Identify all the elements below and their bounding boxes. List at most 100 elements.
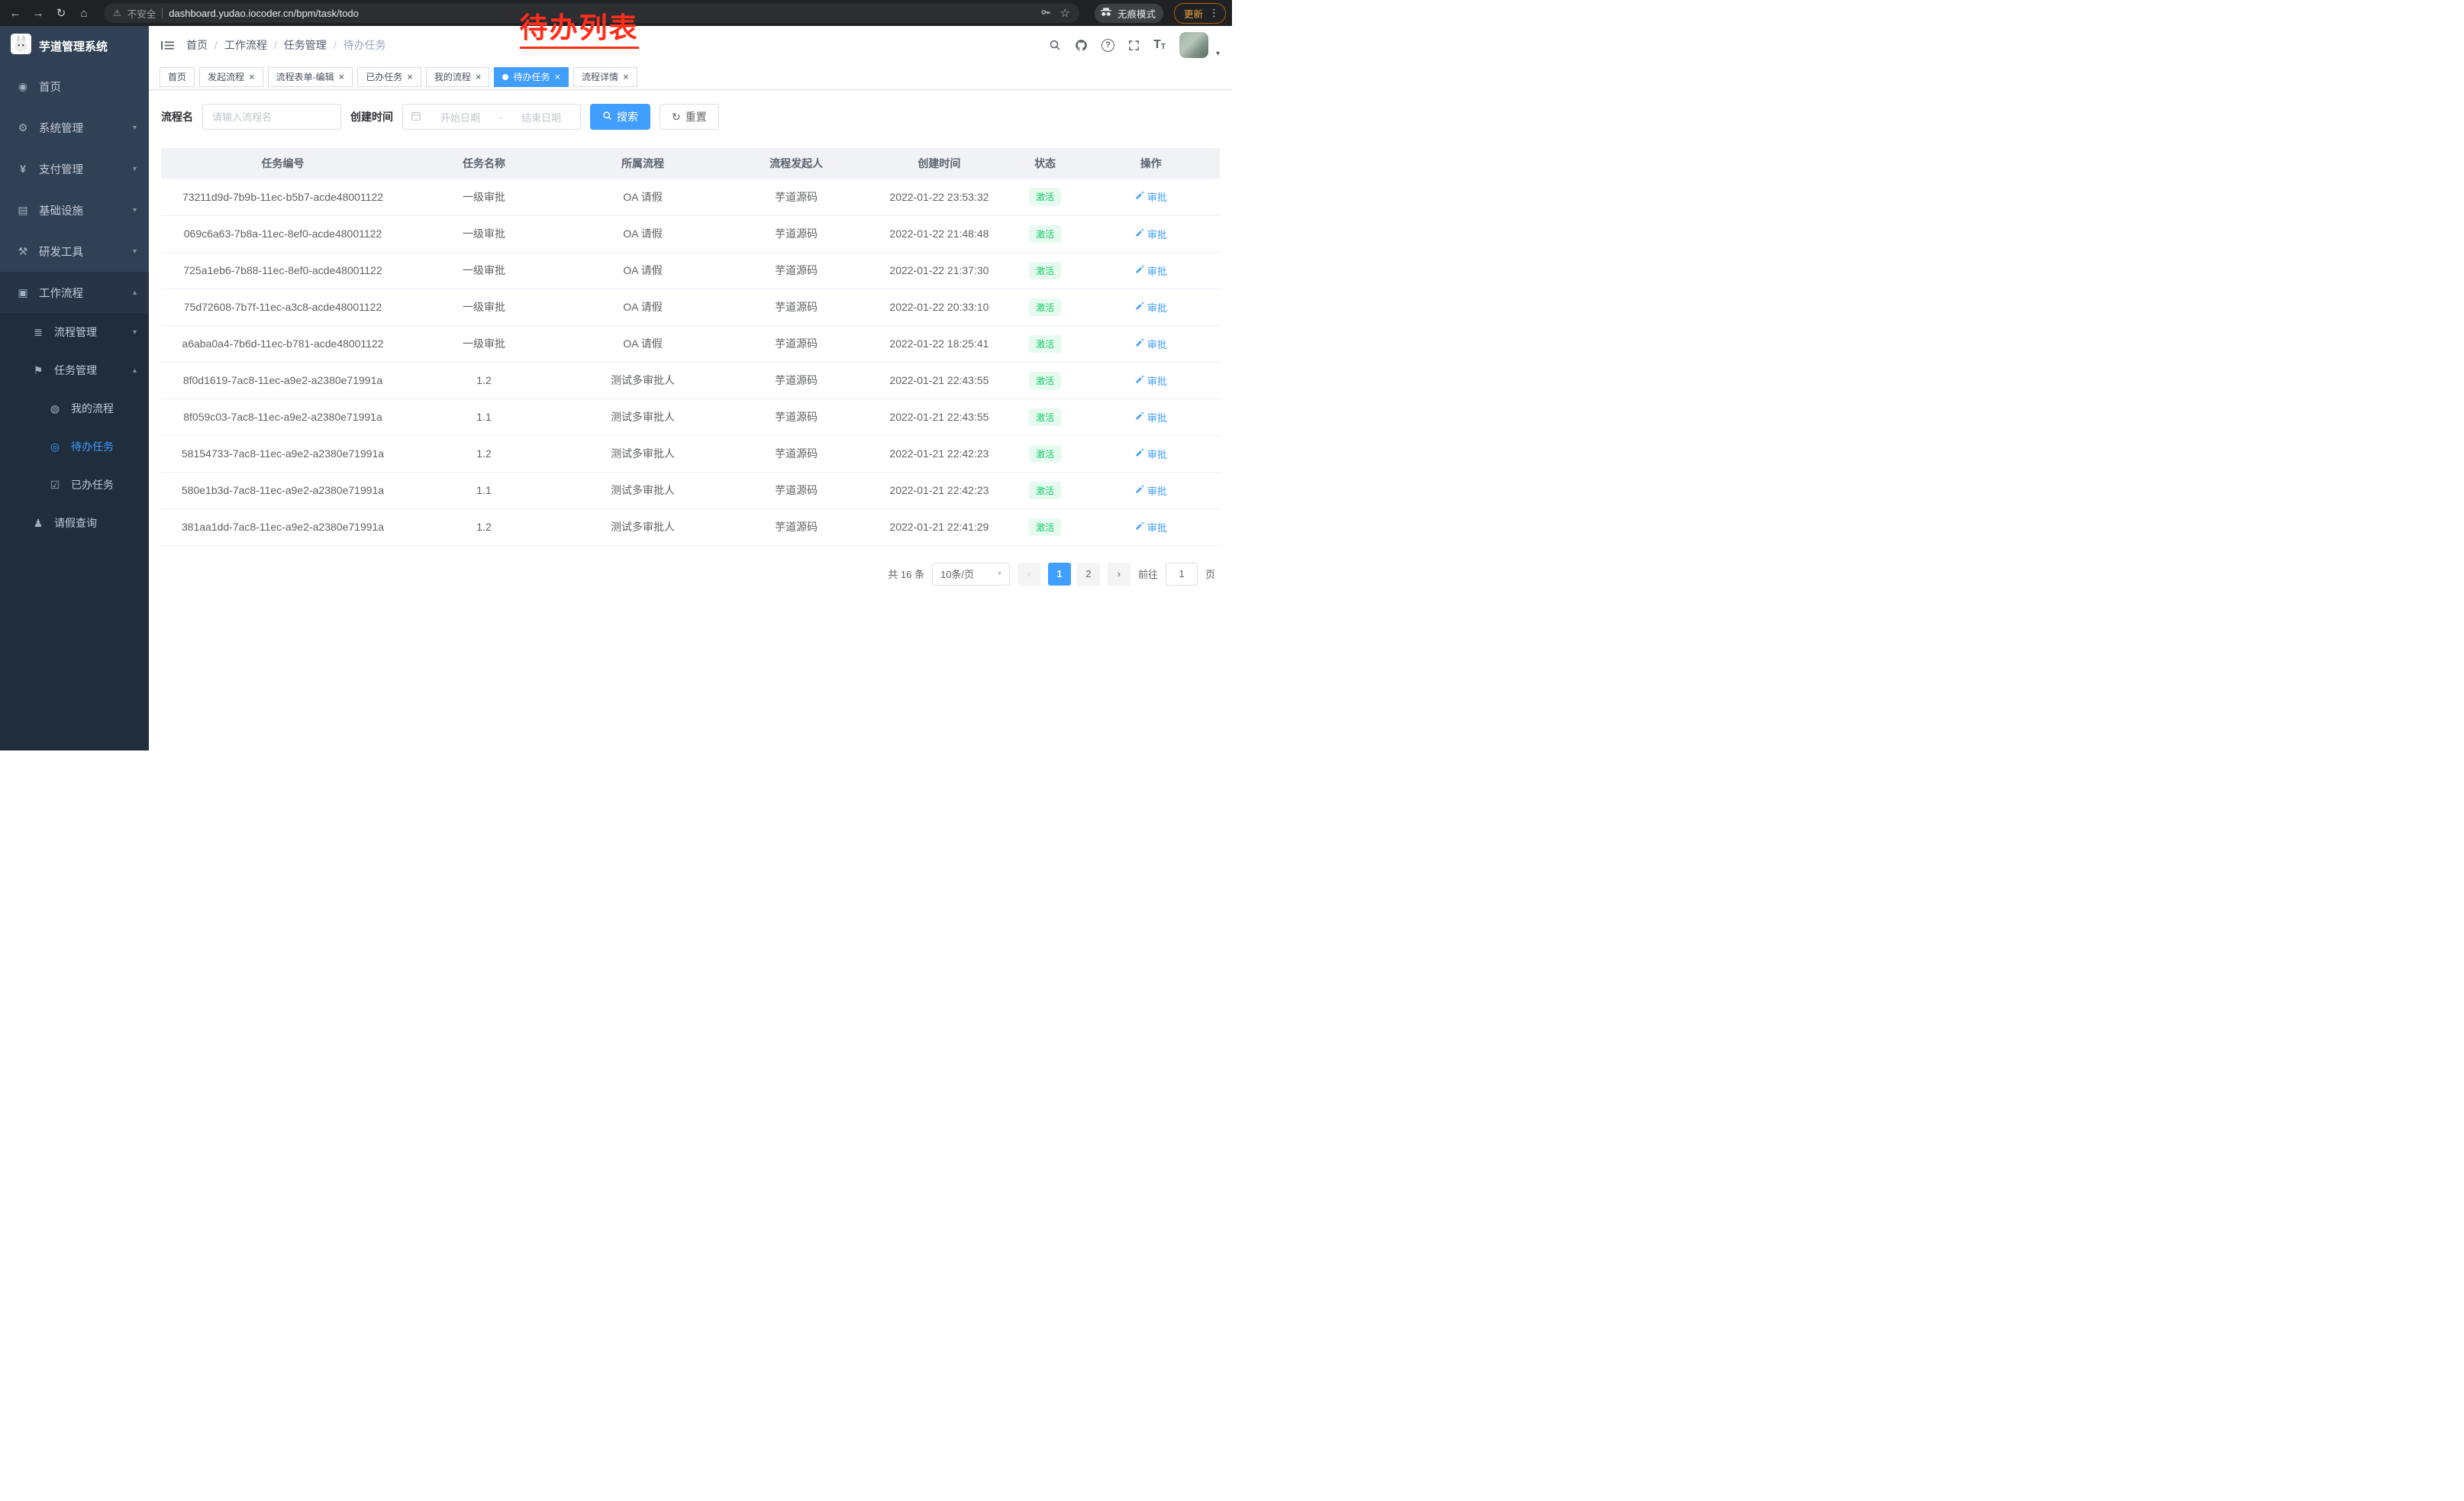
date-range-picker[interactable]: 开始日期 - 结束日期 [402, 104, 581, 130]
status-badge: 激活 [1029, 299, 1061, 316]
breadcrumb-item[interactable]: 首页 [186, 37, 208, 53]
url-text[interactable]: dashboard.yudao.iocoder.cn/bpm/task/todo [169, 8, 1034, 19]
approve-link[interactable]: 审批 [1135, 447, 1167, 461]
address-bar[interactable]: 不安全 dashboard.yudao.iocoder.cn/bpm/task/… [104, 3, 1079, 23]
process-cell: OA 请假 [563, 252, 722, 289]
process-name-input[interactable] [202, 104, 341, 130]
tab[interactable]: 待办任务 × [494, 67, 569, 87]
filter-bar: 流程名 创建时间 开始日期 - 结束日期 搜索 重 [161, 104, 1220, 130]
close-icon[interactable]: × [407, 72, 413, 82]
todo-task-icon [47, 441, 63, 454]
starter-cell: 芋道源码 [722, 289, 870, 325]
my-process-icon [47, 402, 63, 415]
approve-link[interactable]: 审批 [1135, 337, 1167, 351]
breadcrumb-item[interactable]: 任务管理 [267, 37, 327, 53]
page-number-button[interactable]: 2 [1077, 563, 1100, 586]
task-manage-icon [31, 364, 46, 377]
end-date-placeholder[interactable]: 结束日期 [510, 110, 572, 124]
process-cell: OA 请假 [563, 179, 722, 215]
github-icon[interactable] [1075, 39, 1088, 52]
search-icon[interactable] [1049, 39, 1061, 51]
top-navbar: 首页 工作流程 任务管理 待办任务 [149, 26, 1232, 64]
browser-forward-icon[interactable] [29, 4, 47, 22]
collapse-sidebar-icon[interactable] [161, 40, 174, 51]
warning-icon [113, 8, 121, 18]
tab[interactable]: 流程表单-编辑 × [268, 67, 353, 87]
font-size-icon[interactable] [1153, 38, 1166, 52]
sidebar-item[interactable]: 已办任务 [0, 466, 149, 504]
task-name-cell: 1.1 [405, 399, 563, 435]
close-icon[interactable]: × [623, 72, 629, 82]
navbar-actions [1049, 32, 1220, 58]
sidebar-item[interactable]: 流程管理 [0, 313, 149, 351]
logo-image [11, 34, 31, 58]
app-title: 芋道管理系统 [39, 38, 108, 54]
status-badge: 激活 [1029, 518, 1061, 536]
range-separator: - [499, 111, 502, 123]
breadcrumb-item[interactable]: 工作流程 [208, 37, 267, 53]
approve-link[interactable]: 审批 [1135, 410, 1167, 424]
close-icon[interactable]: × [476, 72, 482, 82]
table-row: 75d72608-7b7f-11ec-a3c8-acde48001122 一级审… [161, 289, 1220, 325]
prev-page-button[interactable]: ‹ [1018, 563, 1040, 586]
goto-page-input[interactable] [1166, 563, 1198, 586]
edit-icon [1135, 375, 1144, 386]
create-time-cell: 2022-01-22 23:53:32 [870, 179, 1008, 215]
sidebar-item[interactable]: 首页 [0, 66, 149, 107]
tab[interactable]: 我的流程 × [426, 67, 490, 87]
approve-link[interactable]: 审批 [1135, 373, 1167, 388]
sidebar-item[interactable]: 待办任务 [0, 428, 149, 466]
avatar[interactable] [1179, 32, 1208, 58]
sidebar-item[interactable]: 任务管理 [0, 351, 149, 389]
page-number-button[interactable]: 1 [1048, 563, 1071, 586]
status-badge: 激活 [1029, 188, 1061, 205]
approve-link[interactable]: 审批 [1135, 263, 1167, 278]
browser-back-icon[interactable] [6, 4, 24, 22]
reset-button[interactable]: 重置 [660, 104, 719, 130]
approve-link[interactable]: 审批 [1135, 227, 1167, 241]
key-icon[interactable] [1040, 7, 1051, 20]
sidebar-item[interactable]: 工作流程 [0, 272, 149, 313]
column-header: 流程发起人 [722, 148, 870, 179]
tab[interactable]: 首页 [160, 67, 195, 87]
home-icon [15, 80, 31, 93]
fullscreen-icon[interactable] [1128, 40, 1140, 51]
avatar-caret-icon[interactable] [1216, 50, 1220, 58]
sidebar-item[interactable]: 请假查询 [0, 504, 149, 542]
approve-link[interactable]: 审批 [1135, 483, 1167, 498]
close-icon[interactable]: × [554, 72, 560, 82]
sidebar-item[interactable]: 我的流程 [0, 389, 149, 428]
sidebar-item[interactable]: 基础设施 [0, 189, 149, 231]
browser-home-icon[interactable] [75, 4, 93, 22]
sidebar: 芋道管理系统 首页 系统管理 [0, 26, 149, 750]
close-icon[interactable]: × [339, 72, 345, 82]
approve-link[interactable]: 审批 [1135, 520, 1167, 534]
close-icon[interactable]: × [249, 72, 255, 82]
update-button[interactable]: 更新 [1174, 3, 1226, 24]
create-time-cell: 2022-01-21 22:43:55 [870, 399, 1008, 435]
menu-dots-icon[interactable] [1209, 7, 1219, 19]
bookmark-star-icon[interactable] [1060, 6, 1070, 20]
app-logo[interactable]: 芋道管理系统 [0, 26, 149, 66]
table-row: 58154733-7ac8-11ec-a9e2-a2380e71991a 1.2… [161, 435, 1220, 472]
sidebar-item[interactable]: 系统管理 [0, 107, 149, 148]
next-page-button[interactable]: › [1108, 563, 1130, 586]
action-cell: 审批 [1082, 252, 1220, 289]
sidebar-item[interactable]: 研发工具 [0, 231, 149, 272]
search-button[interactable]: 搜索 [590, 104, 650, 130]
sidebar-item[interactable]: 支付管理 [0, 148, 149, 189]
approve-link[interactable]: 审批 [1135, 300, 1167, 315]
done-task-icon [47, 479, 63, 492]
approve-link[interactable]: 审批 [1135, 189, 1167, 204]
help-icon[interactable] [1101, 39, 1114, 52]
page-size-select[interactable]: 10条/页 [932, 563, 1010, 586]
task-table: 任务编号任务名称所属流程流程发起人创建时间状态操作 73211d9d-7b9b-… [161, 148, 1220, 546]
tab[interactable]: 已办任务 × [357, 67, 421, 87]
browser-refresh-icon[interactable] [52, 4, 70, 22]
process-cell: 测试多审批人 [563, 472, 722, 508]
tab[interactable]: 发起流程 × [199, 67, 263, 87]
breadcrumb-item[interactable]: 待办任务 [327, 37, 386, 53]
start-date-placeholder[interactable]: 开始日期 [429, 110, 492, 124]
tab[interactable]: 流程详情 × [573, 67, 637, 87]
task-name-cell: 一级审批 [405, 215, 563, 252]
